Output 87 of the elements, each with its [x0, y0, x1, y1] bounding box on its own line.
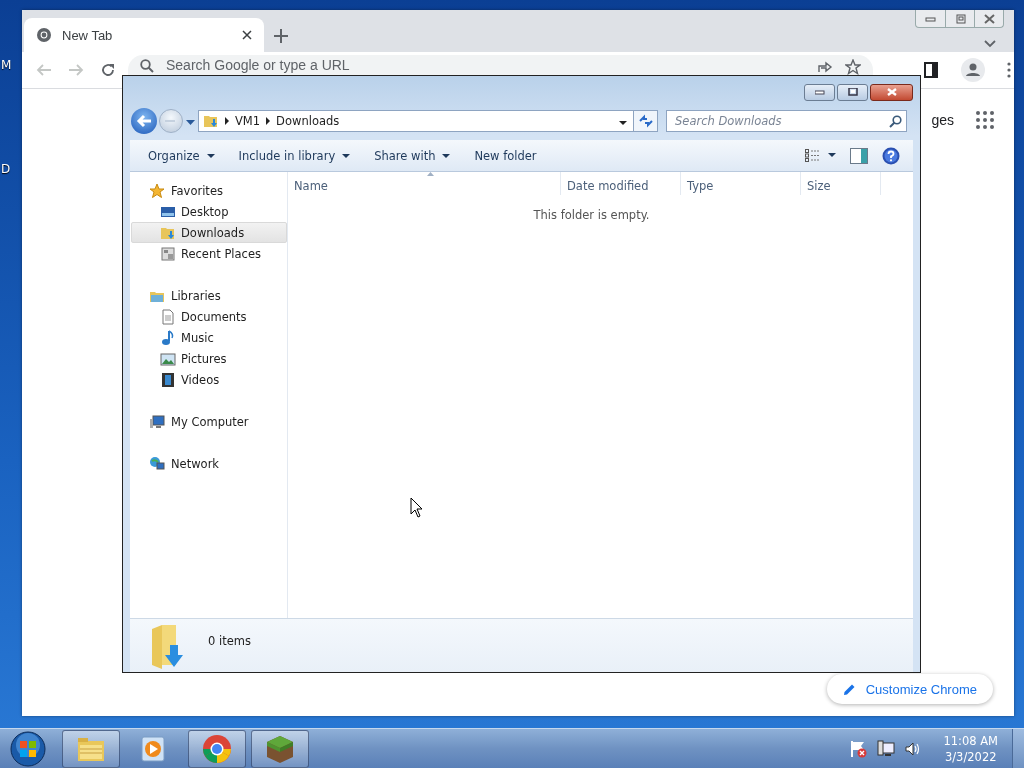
nav-item[interactable]: Desktop	[131, 201, 287, 222]
address-bar[interactable]: VM1 Downloads	[198, 110, 634, 132]
music-note-icon	[160, 329, 176, 346]
restore-icon	[847, 88, 858, 96]
toolbar-button[interactable]: New folder	[466, 144, 545, 167]
preview-pane-icon[interactable]	[850, 147, 868, 164]
nav-item[interactable]: Videos	[131, 369, 287, 390]
minimize-button[interactable]	[804, 83, 835, 101]
nav-item[interactable]: Recent Places	[131, 243, 287, 264]
caret-icon	[186, 119, 195, 126]
film-icon	[160, 371, 176, 388]
search-icon	[140, 59, 154, 73]
nav-item[interactable]: Favorites	[131, 180, 287, 201]
star-icon[interactable]	[845, 59, 861, 75]
desktop-icon-label: D	[1, 162, 11, 176]
list-view-icon	[805, 149, 820, 162]
close-icon	[886, 88, 897, 96]
share-icon[interactable]	[817, 59, 833, 73]
back-arrow-icon	[136, 114, 152, 128]
column-header[interactable]: Type	[681, 172, 801, 195]
nav-item[interactable]: Music	[131, 327, 287, 348]
refresh-button[interactable]	[634, 110, 658, 132]
browser-tab[interactable]: New Tab	[24, 18, 264, 52]
restore-icon	[954, 13, 966, 24]
folder-download-icon	[150, 625, 186, 669]
help-icon[interactable]	[882, 146, 900, 165]
network-icon	[149, 455, 165, 472]
windows-logo-icon	[10, 730, 46, 767]
search-icon	[889, 114, 902, 128]
nav-item[interactable]: Pictures	[131, 348, 287, 369]
breadcrumb-item[interactable]: Downloads	[276, 114, 340, 128]
side-panel-icon[interactable]	[923, 62, 939, 78]
back-arrow-icon	[36, 62, 52, 78]
sort-arrow-icon	[427, 172, 434, 176]
restore-button[interactable]	[837, 83, 868, 101]
flag-icon[interactable]	[850, 739, 869, 758]
nav-item[interactable]: Network	[131, 453, 287, 474]
chrome-logo-icon	[201, 733, 233, 765]
taskbar-button[interactable]	[188, 730, 246, 768]
chevron-down-icon	[984, 40, 996, 48]
images-link[interactable]: ges	[931, 112, 954, 128]
refresh-icon	[638, 114, 653, 128]
show-desktop-button[interactable]	[1012, 729, 1024, 768]
nav-item[interactable]: My Computer	[131, 411, 287, 432]
desktop-icon-label: M	[1, 58, 12, 72]
toolbar-button[interactable]: Share with	[366, 144, 459, 167]
column-header[interactable]: Date modified	[561, 172, 681, 195]
plus-icon	[274, 29, 288, 43]
pencil-icon	[842, 682, 856, 696]
caret-icon	[619, 120, 627, 126]
network-icon[interactable]	[877, 739, 896, 758]
caret-icon	[828, 153, 836, 158]
back-button[interactable]	[131, 108, 157, 134]
address-bar[interactable]: Search Google or type a URL	[128, 55, 873, 75]
toolbar-button[interactable]: Include in library	[230, 144, 359, 167]
chrome-logo-icon	[36, 27, 52, 43]
view-options-button[interactable]	[805, 149, 836, 162]
forward-arrow-icon	[68, 62, 84, 78]
close-button[interactable]	[870, 83, 913, 101]
search-field[interactable]: Search Downloads	[666, 110, 907, 132]
close-icon[interactable]	[242, 30, 252, 40]
column-header[interactable]: Size	[801, 172, 881, 195]
reload-icon	[100, 62, 116, 78]
taskbar-button[interactable]	[251, 730, 309, 768]
computer-icon	[149, 413, 165, 430]
close-icon	[983, 13, 995, 24]
grass-block-icon	[264, 733, 296, 765]
document-icon	[160, 308, 176, 325]
cursor-icon	[410, 497, 423, 518]
recent-places-icon	[160, 245, 176, 262]
new-tab-button[interactable]	[274, 29, 288, 43]
nav-item[interactable]: Downloads	[131, 222, 287, 243]
breadcrumb-item[interactable]: VM1	[235, 114, 261, 128]
star-icon	[149, 182, 165, 199]
toolbar-button[interactable]: Organize	[140, 144, 223, 167]
folder-download-icon	[203, 113, 219, 129]
clock[interactable]: 11:08 AM 3/3/2022	[943, 732, 998, 765]
customize-chrome-button[interactable]: Customize Chrome	[826, 674, 993, 704]
taskbar-button[interactable]	[62, 730, 120, 768]
menu-icon[interactable]	[1007, 62, 1011, 78]
profile-icon[interactable]	[961, 58, 985, 82]
item-count: 0 items	[208, 634, 251, 650]
picture-icon	[160, 350, 176, 367]
empty-folder-message: This folder is empty.	[533, 208, 650, 222]
nav-item[interactable]: Libraries	[131, 285, 287, 306]
apps-grid-icon[interactable]	[976, 111, 994, 129]
nav-item[interactable]: Documents	[131, 306, 287, 327]
